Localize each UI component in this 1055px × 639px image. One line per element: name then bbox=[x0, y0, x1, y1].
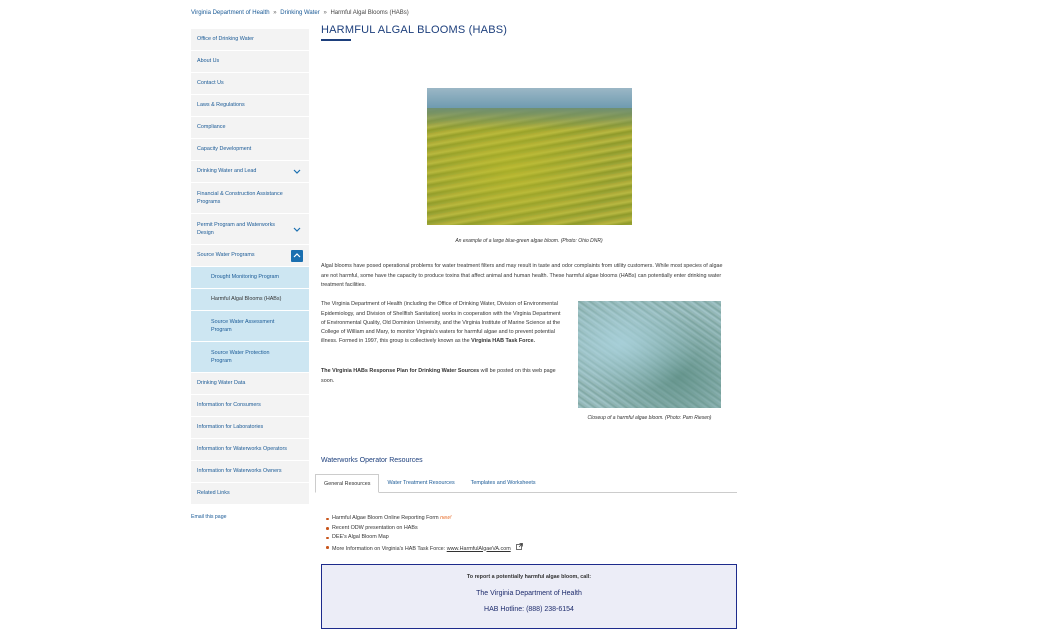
subnav-item-source-water-protection[interactable]: Source Water Protection Program bbox=[191, 342, 309, 373]
sidebar-item-label: About Us bbox=[197, 58, 220, 65]
task-force-paragraph: The Virginia Department of Health (inclu… bbox=[321, 300, 566, 346]
tab-general-resources[interactable]: General Resources bbox=[315, 474, 380, 493]
algae-closeup-photo bbox=[578, 301, 721, 408]
subnav-item-source-water-assessment[interactable]: Source Water Assessment Program bbox=[191, 311, 309, 342]
sidebar-item-information-for-waterworks-operators[interactable]: Information for Waterworks Operators bbox=[191, 439, 309, 461]
email-this-page-link[interactable]: Email this page bbox=[191, 514, 226, 520]
chevron-down-icon[interactable] bbox=[291, 166, 303, 178]
sidebar-item-capacity-development[interactable]: Capacity Development bbox=[191, 139, 309, 161]
harmful-algae-va-link[interactable]: www.HarmfulAlgaeVA.com bbox=[447, 546, 511, 552]
sidebar-item-label: Permit Program and Waterworks Design bbox=[197, 221, 275, 237]
sidebar-item-label: Laws & Regulations bbox=[197, 102, 245, 109]
sidebar-item-label: Related Links bbox=[197, 490, 230, 497]
sidebar-item-label: Drinking Water Data bbox=[197, 380, 246, 387]
sidebar-item-label: Office of Drinking Water bbox=[197, 36, 254, 43]
list-item: Harmful Algae Bloom Online Reporting For… bbox=[325, 514, 523, 524]
sidebar-item-label: Capacity Development bbox=[197, 146, 252, 153]
resources-tabs: General Resources Water Treatment Resour… bbox=[315, 474, 737, 493]
algae-bloom-photo bbox=[427, 88, 632, 225]
subnav-item-label: Drought Monitoring Program bbox=[211, 274, 280, 281]
sidebar-item-office-of-drinking-water[interactable]: Office of Drinking Water bbox=[191, 29, 309, 51]
sidebar-item-drinking-water-and-lead[interactable]: Drinking Water and Lead bbox=[191, 161, 309, 183]
subnav-item-label: Source Water Assessment Program bbox=[211, 318, 275, 334]
sidebar-item-label: Compliance bbox=[197, 124, 226, 131]
sidebar-item-label: Financial & Construction Assistance Prog… bbox=[197, 190, 283, 206]
sidebar-item-information-for-laboratories[interactable]: Information for Laboratories bbox=[191, 417, 309, 439]
sidebar-item-contact-us[interactable]: Contact Us bbox=[191, 73, 309, 95]
new-badge: new! bbox=[440, 515, 452, 521]
tab-templates-and-worksheets[interactable]: Templates and Worksheets bbox=[463, 474, 544, 492]
reporting-form-link[interactable]: Harmful Algae Bloom Online Reporting For… bbox=[332, 515, 439, 521]
sidebar-item-drinking-water-data[interactable]: Drinking Water Data bbox=[191, 373, 309, 395]
task-force-name: Virginia HAB Task Force. bbox=[471, 338, 536, 345]
list-item: More Information on Virginia's HAB Task … bbox=[325, 542, 524, 555]
hotline-prompt: To report a potentially harmful algae bl… bbox=[466, 574, 592, 580]
sidebar-item-label: Contact Us bbox=[197, 80, 224, 87]
chevron-up-icon[interactable] bbox=[291, 249, 303, 262]
sidebar-item-permit-program[interactable]: Permit Program and Waterworks Design bbox=[191, 214, 309, 245]
breadcrumb-separator: » bbox=[323, 10, 327, 16]
hotline-org: The Virginia Department of Health bbox=[476, 590, 582, 597]
sidebar-nav: Office of Drinking Water About Us Contac… bbox=[191, 29, 309, 505]
sidebar-item-information-for-consumers[interactable]: Information for Consumers bbox=[191, 395, 309, 417]
sidebar-item-laws-regulations[interactable]: Laws & Regulations bbox=[191, 95, 309, 117]
sidebar-item-about-us[interactable]: About Us bbox=[191, 51, 309, 73]
chevron-down-icon[interactable] bbox=[291, 223, 303, 235]
hotline-number: HAB Hotline: (888) 238-6154 bbox=[484, 606, 574, 613]
subnav-item-label: Source Water Protection Program bbox=[211, 349, 270, 365]
page-title: HARMFUL ALGAL BLOOMS (HABS) bbox=[321, 24, 508, 36]
external-link-icon bbox=[516, 542, 524, 555]
breadcrumb-separator: » bbox=[273, 10, 277, 16]
breadcrumb-current: Harmful Algal Blooms (HABs) bbox=[330, 10, 409, 16]
breadcrumb-drinking-water-link[interactable]: Drinking Water bbox=[280, 10, 319, 16]
breadcrumb: Virginia Department of Health » Drinking… bbox=[191, 10, 409, 16]
algal-bloom-map-link[interactable]: DEE's Algal Bloom Map bbox=[332, 534, 389, 540]
resources-heading: Waterworks Operator Resources bbox=[321, 457, 423, 464]
sidebar-item-financial-construction-assistance[interactable]: Financial & Construction Assistance Prog… bbox=[191, 183, 309, 214]
resources-list: Harmful Algae Bloom Online Reporting For… bbox=[321, 514, 524, 555]
sidebar-item-label: Drinking Water and Lead bbox=[197, 168, 257, 175]
subnav-item-drought-monitoring[interactable]: Drought Monitoring Program bbox=[191, 267, 309, 289]
sidebar-item-label: Source Water Programs bbox=[197, 252, 255, 259]
sidebar-item-label: Information for Waterworks Operators bbox=[197, 446, 287, 453]
list-item: DEE's Algal Bloom Map bbox=[325, 533, 523, 543]
sidebar-item-label: Information for Laboratories bbox=[197, 424, 264, 431]
subnav-item-harmful-algal-blooms[interactable]: Harmful Algal Blooms (HABs) bbox=[191, 289, 309, 311]
response-plan-paragraph: The Virginia HABs Response Plan for Drin… bbox=[321, 367, 566, 385]
intro-paragraph: Algal blooms have posed operational prob… bbox=[321, 263, 723, 288]
sidebar-item-information-for-waterworks-owners[interactable]: Information for Waterworks Owners bbox=[191, 461, 309, 483]
list-item: Recent ODW presentation on HABs bbox=[325, 524, 523, 534]
task-force-info-text: More Information on Virginia's HAB Task … bbox=[332, 545, 447, 552]
sidebar-item-compliance[interactable]: Compliance bbox=[191, 117, 309, 139]
subnav-item-label: Harmful Algal Blooms (HABs) bbox=[211, 296, 282, 303]
response-plan-title: The Virginia HABs Response Plan for Drin… bbox=[321, 368, 480, 375]
sidebar-item-source-water-programs[interactable]: Source Water Programs bbox=[191, 245, 309, 267]
odw-presentation-link[interactable]: Recent ODW presentation on HABs bbox=[332, 525, 418, 531]
photo-caption: An example of a large blue-green algae b… bbox=[455, 238, 603, 244]
main-content: HARMFUL ALGAL BLOOMS (HABS) An example o… bbox=[315, 24, 737, 629]
tab-water-treatment-resources[interactable]: Water Treatment Resources bbox=[379, 474, 462, 492]
photo-caption: Closeup of a harmful algae bloom. (Photo… bbox=[587, 415, 712, 421]
sidebar-item-related-links[interactable]: Related Links bbox=[191, 483, 309, 505]
sidebar-item-label: Information for Consumers bbox=[197, 402, 261, 409]
breadcrumb-home-link[interactable]: Virginia Department of Health bbox=[191, 10, 270, 16]
hotline-box: To report a potentially harmful algae bl… bbox=[321, 564, 737, 629]
sidebar-item-label: Information for Waterworks Owners bbox=[197, 468, 282, 475]
title-underline bbox=[321, 39, 351, 41]
